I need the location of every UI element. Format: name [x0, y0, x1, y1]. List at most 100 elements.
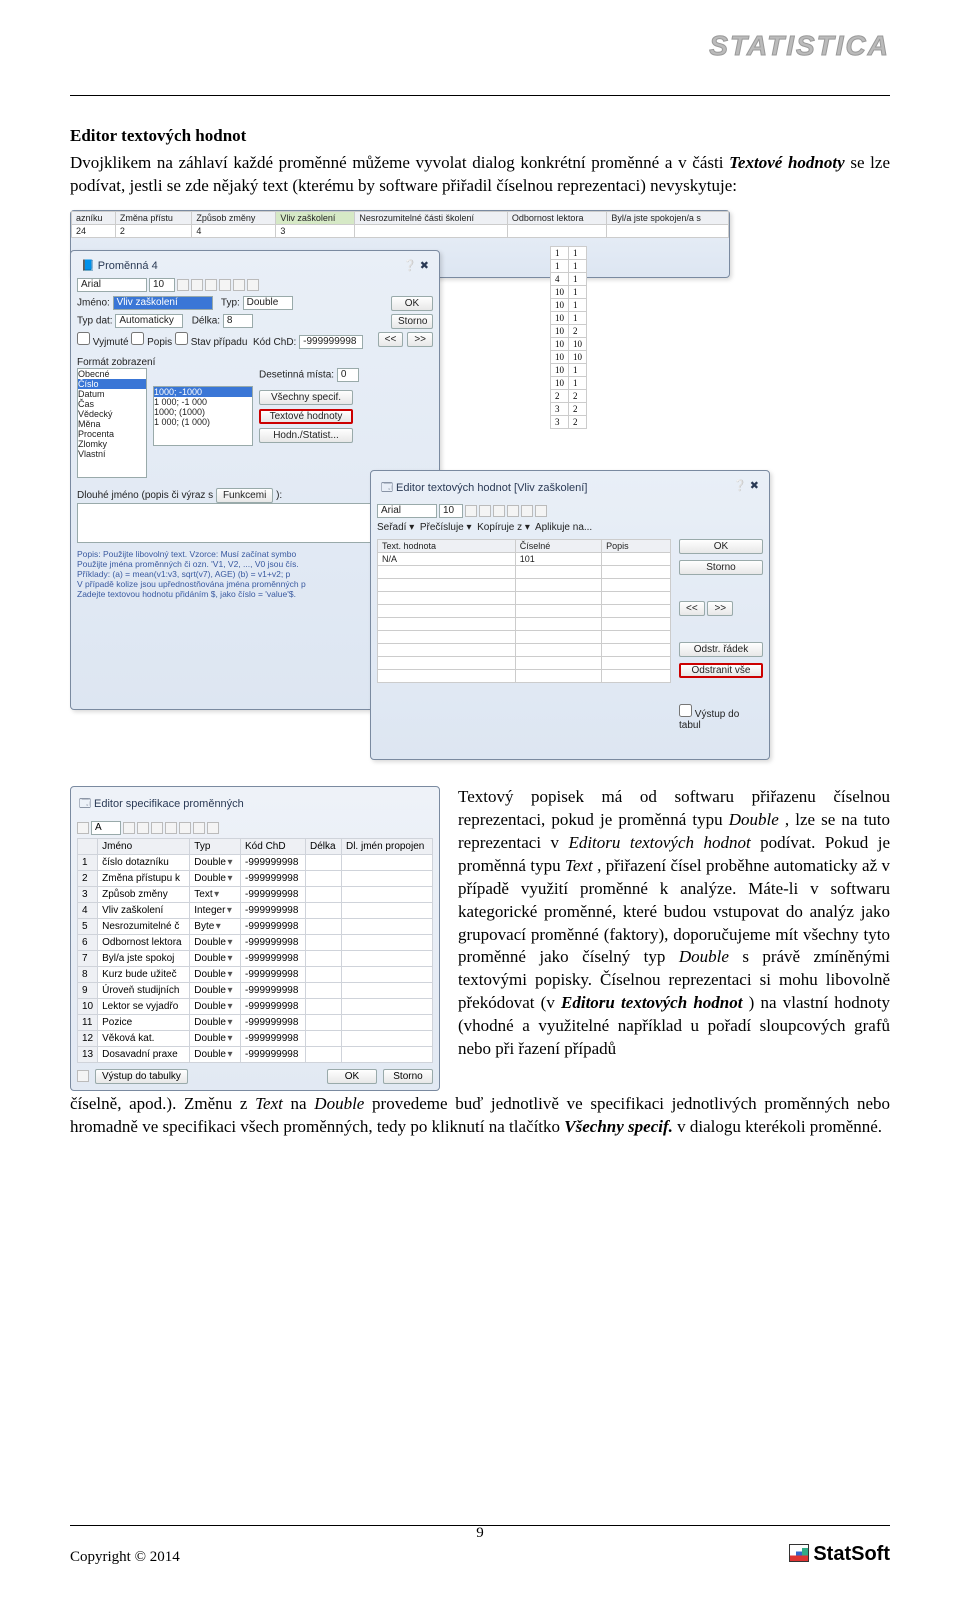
list-item[interactable]: Vlastní [78, 449, 146, 459]
cut-icon[interactable] [507, 505, 519, 517]
cell[interactable]: -999999998 [241, 902, 306, 918]
type-cell[interactable]: Double▾ [190, 966, 241, 982]
cell[interactable] [305, 854, 341, 870]
cell[interactable]: 10 [551, 350, 569, 363]
cell[interactable]: 1 [551, 246, 569, 259]
col-hdr[interactable]: Jméno [98, 838, 190, 854]
italic-icon[interactable] [137, 822, 149, 834]
col-hdr[interactable]: Text. hodnota [378, 539, 516, 552]
cell[interactable]: 10 [551, 376, 569, 389]
type-cell[interactable]: Double▾ [190, 854, 241, 870]
row-hdr[interactable]: 11 [78, 1014, 98, 1030]
type-cell[interactable]: Double▾ [190, 1014, 241, 1030]
cell[interactable]: Způsob změny [98, 886, 190, 902]
cell[interactable]: 1 [569, 376, 587, 389]
help-icon[interactable]: ❔ [733, 480, 747, 492]
italic-icon[interactable] [479, 505, 491, 517]
cell[interactable]: 2 [569, 415, 587, 428]
row-hdr[interactable]: 4 [78, 902, 98, 918]
cell[interactable] [602, 552, 671, 565]
list-item[interactable]: Číslo [78, 379, 146, 389]
datatype-select[interactable]: Automaticky [115, 314, 183, 328]
cell[interactable] [607, 224, 729, 237]
cell[interactable]: 101 [515, 552, 601, 565]
row-hdr[interactable]: 2 [78, 870, 98, 886]
nav-prev-button[interactable]: << [679, 601, 705, 616]
cell[interactable]: Kurz bude užiteč [98, 966, 190, 982]
col-hdr[interactable]: Kód ChD [241, 838, 306, 854]
odstranit-vse-button[interactable]: Odstranit vše [679, 663, 763, 678]
cell[interactable] [341, 950, 432, 966]
cell[interactable] [305, 982, 341, 998]
list-item[interactable]: 1 000; -1 000 [154, 397, 252, 407]
type-cell[interactable]: Double▾ [190, 982, 241, 998]
grid-icon[interactable] [77, 1070, 89, 1082]
cell[interactable]: -999999998 [241, 918, 306, 934]
cell[interactable]: 10 [569, 337, 587, 350]
ok-button[interactable]: OK [327, 1069, 377, 1084]
vsechny-specif-button[interactable]: Všechny specif. [259, 390, 353, 405]
type-cell[interactable]: Text▾ [190, 886, 241, 902]
subscript-icon[interactable] [219, 279, 231, 291]
cell[interactable] [305, 998, 341, 1014]
cell[interactable] [341, 854, 432, 870]
cell[interactable]: 10 [551, 311, 569, 324]
cell[interactable]: 10 [569, 350, 587, 363]
cell[interactable]: -999999998 [241, 1014, 306, 1030]
cell[interactable]: Nesrozumitelné č [98, 918, 190, 934]
cell[interactable]: 10 [551, 363, 569, 376]
list-item[interactable]: Zlomky [78, 439, 146, 449]
stav-checkbox[interactable] [175, 332, 188, 345]
cell[interactable]: 1 [569, 311, 587, 324]
type-cell[interactable]: Double▾ [190, 1046, 241, 1062]
cell[interactable]: Dosavadní praxe [98, 1046, 190, 1062]
help-icon[interactable]: ❔ [403, 260, 417, 272]
cell[interactable] [305, 918, 341, 934]
cell[interactable]: číslo dotazníku [98, 854, 190, 870]
type-cell[interactable]: Byte▾ [190, 918, 241, 934]
cell[interactable] [305, 870, 341, 886]
cell[interactable] [305, 1014, 341, 1030]
cell[interactable]: -999999998 [241, 950, 306, 966]
bold-icon[interactable] [177, 279, 189, 291]
copy-icon[interactable] [193, 822, 205, 834]
underline-icon[interactable] [205, 279, 217, 291]
list-item[interactable]: Vědecký [78, 409, 146, 419]
cell[interactable]: 10 [551, 324, 569, 337]
paste-icon[interactable] [207, 822, 219, 834]
close-icon[interactable]: ✖ [420, 260, 429, 272]
cell[interactable] [341, 982, 432, 998]
cell[interactable] [341, 1046, 432, 1062]
textove-hodnoty-button[interactable]: Textové hodnoty [259, 409, 353, 424]
list-item[interactable]: 1000; -1000 [154, 387, 252, 397]
cell[interactable]: Vliv zaškolení [98, 902, 190, 918]
cell[interactable]: Věková kat. [98, 1030, 190, 1046]
vystup-checkbox[interactable] [679, 704, 692, 717]
list-item[interactable]: Čas [78, 399, 146, 409]
cell[interactable] [341, 934, 432, 950]
cell[interactable]: 1 [569, 246, 587, 259]
list-item[interactable]: 1 000; (1 000) [154, 417, 252, 427]
font-size-select[interactable]: 10 [149, 278, 175, 292]
underline-icon[interactable] [151, 822, 163, 834]
format-examples-listbox[interactable]: 1000; -1000 1 000; -1 000 1000; (1000) 1… [153, 386, 253, 446]
menu-item[interactable]: Přečísluje ▾ [420, 522, 472, 533]
cell[interactable]: 2 [551, 389, 569, 402]
cell[interactable]: -999999998 [241, 934, 306, 950]
bold-icon[interactable] [123, 822, 135, 834]
cell[interactable]: -999999998 [241, 854, 306, 870]
save-icon[interactable] [77, 822, 89, 834]
cell[interactable]: 4 [192, 224, 276, 237]
len-input[interactable]: 8 [223, 314, 253, 328]
superscript-icon[interactable] [233, 279, 245, 291]
cell[interactable]: 2 [569, 402, 587, 415]
vyjmute-checkbox[interactable] [77, 332, 90, 345]
bold-icon[interactable] [465, 505, 477, 517]
row-hdr[interactable]: 9 [78, 982, 98, 998]
row-hdr[interactable]: 3 [78, 886, 98, 902]
row-hdr[interactable]: 1 [78, 854, 98, 870]
list-item[interactable]: 1000; (1000) [154, 407, 252, 417]
cell[interactable]: 3 [551, 415, 569, 428]
font-size-select[interactable]: 10 [439, 504, 463, 518]
cell[interactable] [341, 918, 432, 934]
